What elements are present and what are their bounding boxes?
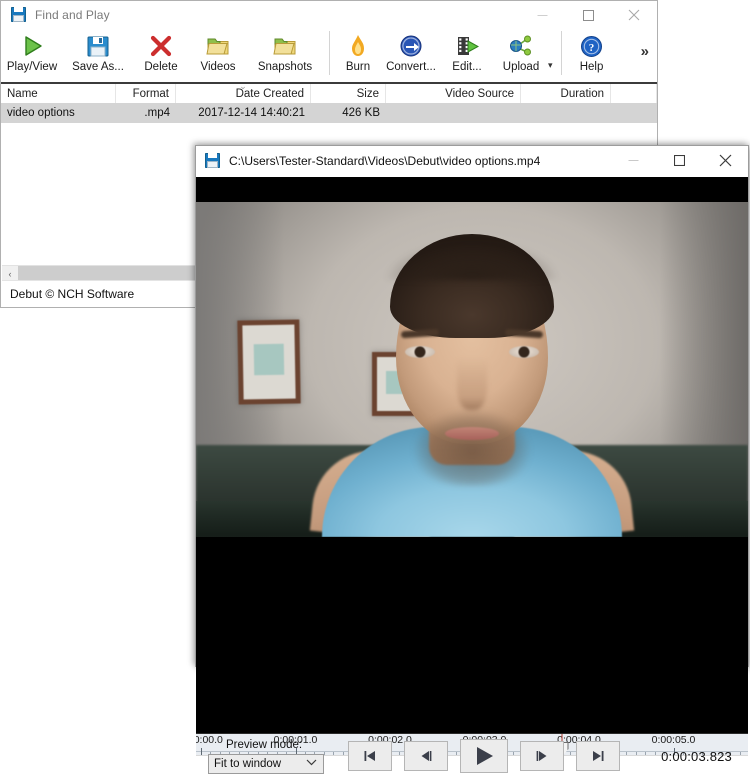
video-frame <box>196 202 748 537</box>
step-forward-icon <box>534 749 550 763</box>
player-titlebar[interactable]: C:\Users\Tester-Standard\Videos\Debut\vi… <box>196 146 748 177</box>
preview-mode-select[interactable]: Fit to window <box>208 754 324 774</box>
toolbar-label: Edit... <box>452 61 481 73</box>
video-player-window[interactable]: C:\Users\Tester-Standard\Videos\Debut\vi… <box>195 145 749 667</box>
cell-date-created: 2017-12-14 14:40:21 <box>176 103 311 123</box>
cell-format: .mp4 <box>116 103 176 123</box>
upload-dropdown-caret-icon[interactable]: ▾ <box>548 39 553 73</box>
toolbar-label: Delete <box>144 61 177 73</box>
toolbar-separator <box>329 31 330 75</box>
toolbar-label: Play/View <box>7 61 57 73</box>
current-timecode: 0:00:03.823 <box>661 749 732 764</box>
film-strip-icon <box>455 33 479 59</box>
preview-mode-value: Fit to window <box>214 758 281 770</box>
window-controls <box>519 1 657 29</box>
column-header-video-source[interactable]: Video Source <box>386 84 521 103</box>
step-back-button[interactable] <box>404 741 448 771</box>
column-header-name[interactable]: Name <box>1 84 116 103</box>
toolbar-button-edit[interactable]: Edit... <box>442 29 492 73</box>
cell-name: video options <box>1 103 116 123</box>
status-text: Debut © NCH Software <box>10 287 134 301</box>
toolbar-button-snapshots[interactable]: Snapshots <box>247 29 323 73</box>
toolbar-button-play-view[interactable]: Play/View <box>1 29 63 73</box>
red-x-icon <box>149 33 173 59</box>
toolbar-button-videos[interactable]: Videos <box>189 29 247 73</box>
skip-forward-icon <box>590 749 606 763</box>
floppy-disk-icon <box>205 153 221 169</box>
play-triangle-icon <box>20 33 44 59</box>
person-hair <box>390 234 554 338</box>
list-column-headers: Name Format ⌄ Date Created Size Video So… <box>1 84 657 104</box>
toolbar-button-burn[interactable]: Burn <box>336 29 380 73</box>
column-header-format[interactable]: Format <box>116 84 176 103</box>
column-header-duration[interactable]: Duration <box>521 84 611 103</box>
flame-icon <box>350 33 366 59</box>
globe-arrow-icon <box>399 33 423 59</box>
picture-frame-left <box>237 319 300 404</box>
toolbar-button-save-as[interactable]: Save As... <box>63 29 133 73</box>
question-mark-icon: ? <box>580 33 603 59</box>
ruler-tick-label: 0:00:05.0 <box>652 734 696 746</box>
jump-to-start-button[interactable] <box>348 741 392 771</box>
minimize-button[interactable] <box>610 146 656 174</box>
toolbar-separator <box>561 31 562 75</box>
step-back-icon <box>418 749 434 763</box>
floppy-disk-icon <box>87 33 109 59</box>
toolbar-label: Videos <box>201 61 236 73</box>
transport-controls <box>348 739 620 773</box>
toolbar-button-upload[interactable]: Upload <box>492 29 550 73</box>
skip-back-icon <box>362 749 378 763</box>
folder-icon <box>206 33 230 59</box>
player-window-controls <box>610 146 748 176</box>
maximize-button[interactable] <box>656 146 702 174</box>
cell-size: 426 KB <box>311 103 386 123</box>
share-network-icon <box>509 33 533 59</box>
toolbar-label: Help <box>580 61 604 73</box>
column-header-size[interactable]: Size <box>311 84 386 103</box>
close-button[interactable] <box>611 1 657 29</box>
cell-video-source <box>386 103 521 123</box>
scroll-left-arrow-icon[interactable]: ‹ <box>2 266 18 281</box>
player-controls: Preview mode: Fit to window <box>196 755 748 756</box>
jump-to-end-button[interactable] <box>576 741 620 771</box>
play-button[interactable] <box>460 739 508 773</box>
toolbar-label: Snapshots <box>258 61 312 73</box>
play-icon <box>472 745 496 767</box>
toolbar-label: Save As... <box>72 61 124 73</box>
toolbar-label: Upload <box>503 61 539 73</box>
cell-filler <box>611 103 657 123</box>
toolbar-button-delete[interactable]: Delete <box>133 29 189 73</box>
toolbar-overflow-chevron-icon[interactable]: » <box>635 29 657 60</box>
find-and-play-titlebar[interactable]: Find and Play <box>1 1 657 30</box>
toolbar-label: Burn <box>346 61 370 73</box>
column-header-date-created[interactable]: ⌄ Date Created <box>176 84 311 103</box>
maximize-button[interactable] <box>565 1 611 29</box>
floppy-disk-icon <box>11 7 27 23</box>
sort-indicator-icon: ⌄ <box>239 83 247 89</box>
folder-icon <box>273 33 297 59</box>
cell-duration <box>521 103 611 123</box>
chevron-down-icon <box>306 758 317 769</box>
player-window-title: C:\Users\Tester-Standard\Videos\Debut\vi… <box>229 154 540 168</box>
toolbar-label: Convert... <box>386 61 436 73</box>
preview-mode-label: Preview mode: <box>226 739 302 751</box>
video-display-area[interactable] <box>196 177 748 733</box>
step-forward-button[interactable] <box>520 741 564 771</box>
column-header-filler <box>611 84 657 103</box>
svg-text:?: ? <box>589 42 595 54</box>
close-button[interactable] <box>702 146 748 174</box>
preview-mode-group: Preview mode: Fit to window <box>208 739 326 774</box>
minimize-button[interactable] <box>519 1 565 29</box>
find-and-play-toolbar: Play/View Save As... Delete <box>1 29 657 84</box>
window-title: Find and Play <box>35 8 110 22</box>
toolbar-button-help[interactable]: ? Help <box>568 29 616 73</box>
toolbar-button-convert[interactable]: Convert... <box>380 29 442 73</box>
table-row[interactable]: video options .mp4 2017-12-14 14:40:21 4… <box>1 103 657 123</box>
